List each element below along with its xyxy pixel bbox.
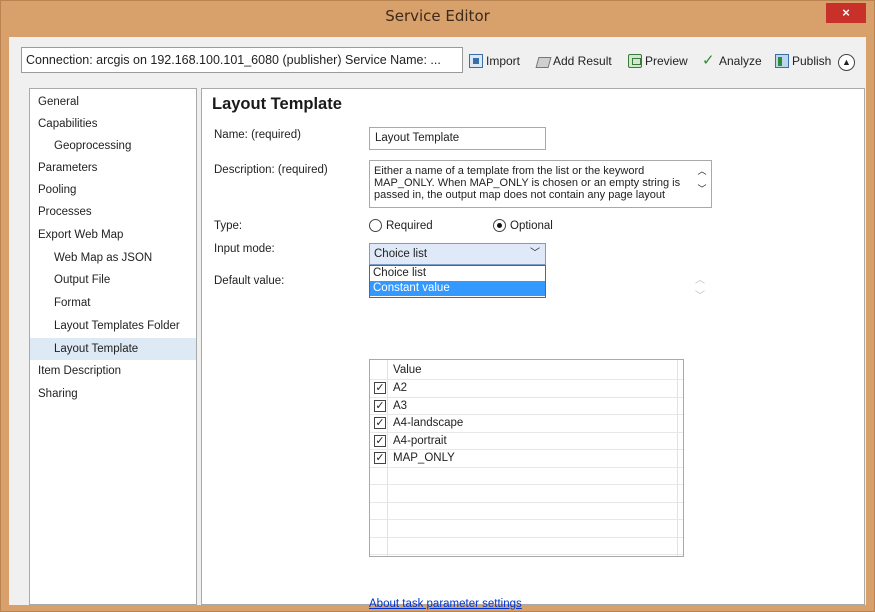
default-value-scrollbar[interactable]: ︿ ﹀ [693, 273, 707, 311]
table-row[interactable]: ✓ A2 [370, 380, 683, 398]
description-scrollbar[interactable]: ︿ ﹀ [693, 161, 711, 207]
value-column-header: Value [393, 364, 422, 376]
type-optional-label: Optional [510, 219, 553, 232]
client-area: Connection: arcgis on 192.168.100.101_60… [9, 37, 866, 610]
input-mode-dropdown: Choice list Constant value [369, 265, 546, 298]
analyze-button[interactable]: ✓ Analyze [702, 51, 762, 71]
sidebar-item-processes[interactable]: Processes [30, 201, 196, 223]
close-button[interactable]: × [826, 3, 866, 23]
description-field[interactable]: Either a name of a template from the lis… [369, 160, 712, 208]
sidebar-item-export-web-map[interactable]: Export Web Map [30, 224, 196, 246]
row-value: A4-landscape [393, 417, 464, 429]
service-editor-window: Service Editor × Connection: arcgis on 1… [0, 0, 875, 612]
name-label: Name: (required) [214, 129, 301, 141]
type-required-radio[interactable]: Required [369, 219, 433, 232]
sidebar-item-sharing[interactable]: Sharing [30, 383, 196, 405]
table-row[interactable]: ✓ A4-portrait [370, 433, 683, 450]
type-label: Type: [214, 220, 243, 232]
sidebar-item-general[interactable]: General [30, 91, 196, 113]
scroll-down-icon[interactable]: ﹀ [693, 289, 707, 305]
row-value: MAP_ONLY [393, 452, 455, 464]
checkbox-checked-icon[interactable]: ✓ [374, 452, 386, 464]
preview-label: Preview [645, 54, 688, 68]
sidebar-item-capabilities[interactable]: Capabilities [30, 113, 196, 135]
table-row-empty [370, 538, 683, 555]
row-value: A2 [393, 382, 408, 394]
import-icon [469, 54, 483, 68]
toolbar: Connection: arcgis on 192.168.100.101_60… [9, 37, 866, 81]
checkbox-checked-icon[interactable]: ✓ [374, 434, 386, 447]
sidebar-item-item-description[interactable]: Item Description [30, 360, 196, 382]
table-row[interactable]: ✓ A4-landscape [370, 415, 683, 433]
add-result-icon [536, 54, 550, 68]
main-panel: Layout Template Name: (required) Layout … [201, 88, 865, 610]
sidebar-nav: General Capabilities Geoprocessing Param… [29, 88, 197, 605]
name-field[interactable]: Layout Template [369, 127, 546, 150]
connection-field[interactable]: Connection: arcgis on 192.168.100.101_60… [21, 47, 463, 73]
input-mode-label: Input mode: [214, 243, 275, 255]
table-row-empty [370, 520, 683, 538]
publish-icon [775, 54, 789, 68]
help-link[interactable]: About task parameter settings [369, 598, 522, 610]
sidebar-item-format[interactable]: Format [30, 292, 196, 314]
option-choice-list[interactable]: Choice list [370, 266, 545, 281]
row-value: A4-portrait [393, 434, 447, 447]
add-result-button[interactable]: Add Result [536, 51, 612, 71]
sidebar-item-pooling[interactable]: Pooling [30, 179, 196, 201]
checkbox-checked-icon[interactable]: ✓ [374, 399, 386, 412]
sidebar-item-layout-template[interactable]: Layout Template [30, 338, 196, 360]
grid-header: Value [370, 362, 683, 380]
page-title: Layout Template [212, 95, 342, 113]
add-result-label: Add Result [553, 54, 612, 68]
sidebar-item-parameters[interactable]: Parameters [30, 157, 196, 179]
publish-button[interactable]: Publish [775, 51, 831, 71]
sidebar-item-web-map-as-json[interactable]: Web Map as JSON [30, 247, 196, 269]
input-mode-select[interactable]: Choice list ﹀ [369, 243, 546, 265]
publish-label: Publish [792, 54, 832, 68]
checkbox-checked-icon[interactable]: ✓ [374, 382, 386, 394]
type-optional-radio[interactable]: Optional [493, 219, 553, 232]
analyze-label: Analyze [719, 54, 762, 68]
scroll-up-icon[interactable]: ︿ [693, 165, 711, 177]
preview-button[interactable]: Preview [628, 51, 688, 71]
description-label: Description: (required) [214, 164, 328, 176]
table-row-empty [370, 485, 683, 503]
import-label: Import [486, 54, 521, 68]
chevron-down-icon: ﹀ [530, 248, 540, 259]
row-value: A3 [393, 399, 408, 412]
table-row-empty [370, 503, 683, 520]
sidebar-item-geoprocessing[interactable]: Geoprocessing [30, 135, 196, 157]
type-required-label: Required [386, 219, 433, 232]
window-title: Service Editor [385, 7, 490, 25]
import-button[interactable]: Import [469, 51, 520, 71]
radio-unchecked-icon [369, 219, 382, 232]
collapse-up-icon[interactable]: ▲ [838, 54, 855, 71]
option-constant-value[interactable]: Constant value [370, 281, 545, 296]
choice-list-grid: Value ✓ A2 ✓ A3 ✓ A4-landscape ✓ A4-port… [369, 359, 684, 557]
input-mode-value: Choice list [374, 248, 428, 260]
sidebar-item-output-file[interactable]: Output File [30, 269, 196, 291]
sidebar-item-layout-templates-folder[interactable]: Layout Templates Folder [30, 315, 196, 337]
table-row-empty [370, 468, 683, 485]
description-text: Either a name of a template from the lis… [374, 165, 681, 201]
checkbox-checked-icon[interactable]: ✓ [374, 417, 386, 429]
preview-icon [628, 54, 642, 68]
default-value-label: Default value: [214, 275, 285, 287]
scroll-up-icon[interactable]: ︿ [693, 273, 707, 289]
checkmark-icon: ✓ [702, 52, 715, 69]
table-row[interactable]: ✓ A3 [370, 398, 683, 415]
table-row[interactable]: ✓ MAP_ONLY [370, 450, 683, 468]
radio-checked-icon [493, 219, 506, 232]
scroll-down-icon[interactable]: ﹀ [693, 183, 711, 195]
